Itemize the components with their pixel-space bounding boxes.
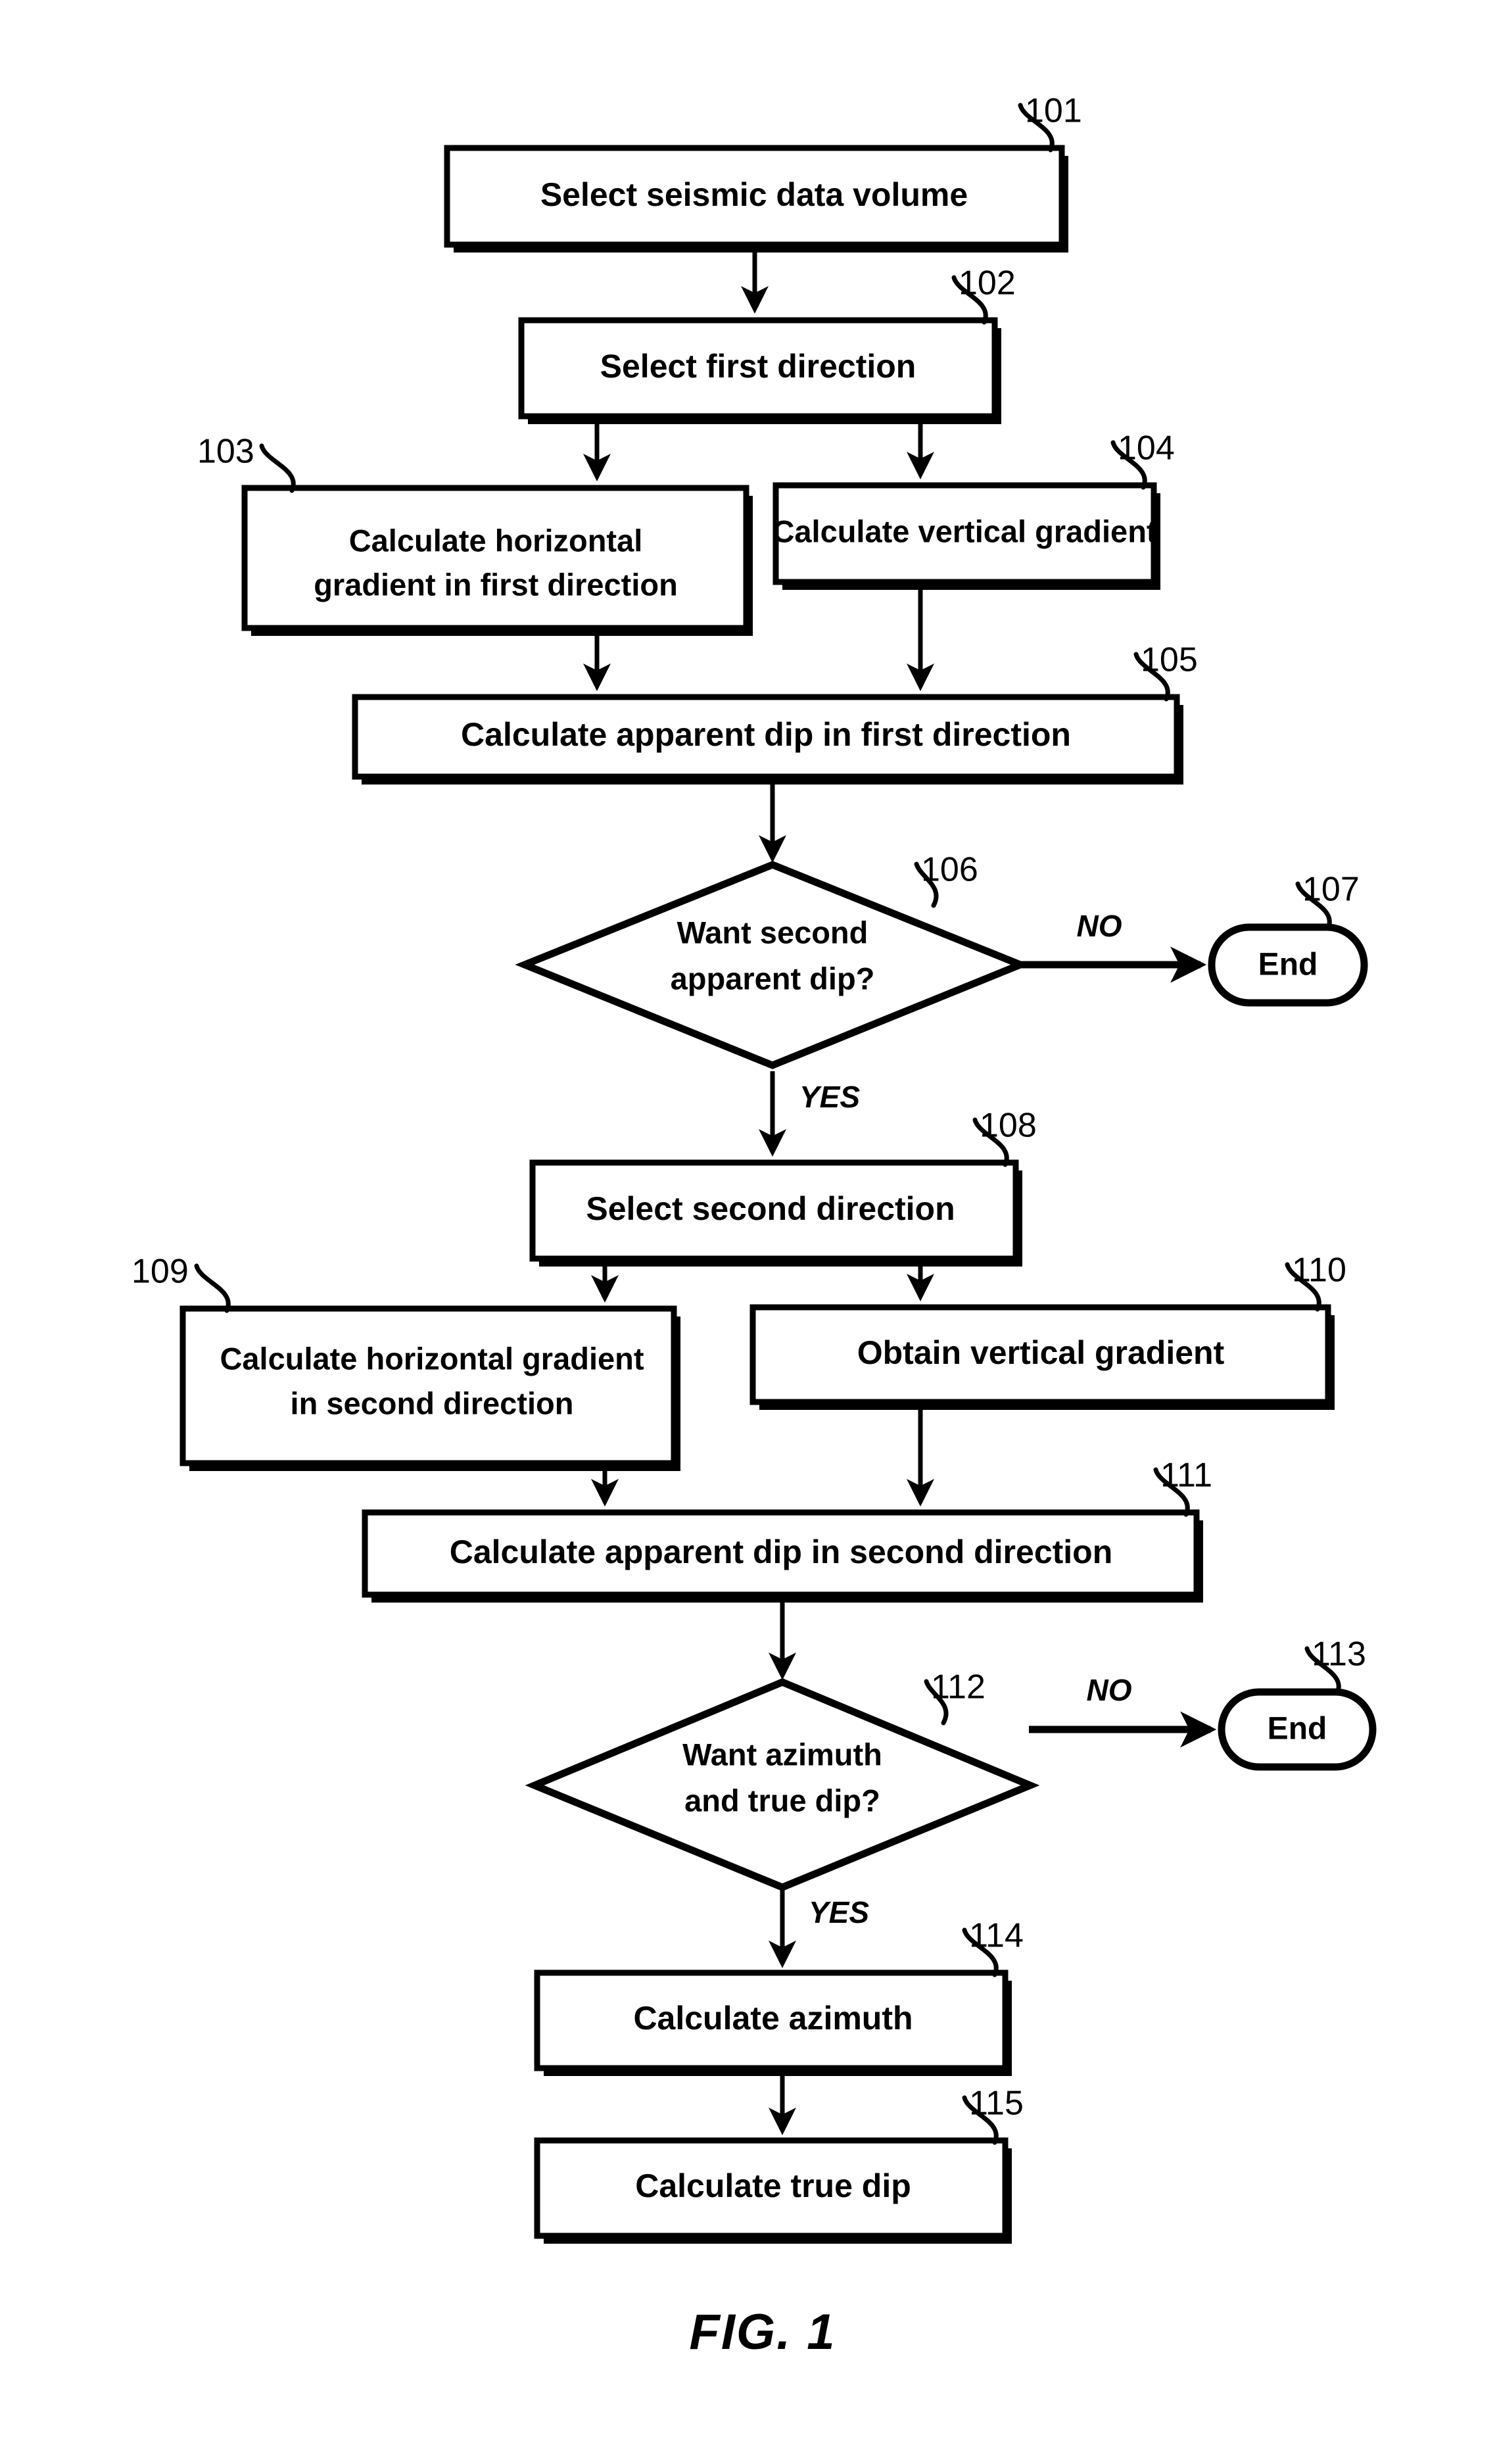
node-106-label-line1: Want second [677,915,868,950]
ref-leader-112: 112 [924,1668,986,1726]
ref-leader-106: 106 [914,851,978,908]
node-108-select-second-direction[interactable]: Select second direction [529,1159,1022,1267]
ref-leader-111: 111 [1153,1457,1212,1517]
ref-leader-104: 104 [1110,429,1175,490]
node-103-calculate-horizontal-gradient-first[interactable]: Calculate horizontal gradient in first d… [241,485,753,636]
ref-number-113: 113 [1312,1635,1366,1674]
edge-label-no-1: NO [1077,909,1122,943]
node-114-label: Calculate azimuth [633,2000,913,2037]
node-112-want-azimuth-and-true-dip[interactable]: Want azimuth and true dip? [525,1678,1040,1891]
ref-leader-114: 114 [962,1917,1024,1977]
ref-leader-102: 102 [951,264,1016,325]
node-110-obtain-vertical-gradient[interactable]: Obtain vertical gradient [749,1304,1335,1410]
ref-leader-108: 108 [972,1107,1037,1167]
node-102-select-first-direction[interactable]: Select first direction [518,317,1001,424]
node-105-label: Calculate apparent dip in first directio… [461,716,1071,753]
node-104-calculate-vertical-gradient[interactable]: Calculate vertical gradient [772,482,1160,590]
ref-number-105: 105 [1141,641,1198,679]
ref-number-103: 103 [197,433,254,471]
ref-leader-109: 109 [131,1253,231,1313]
node-110-label: Obtain vertical gradient [857,1334,1225,1371]
patent-figure-page: Select seismic data volume 101 Select fi… [0,0,1497,2464]
ref-number-108: 108 [980,1107,1037,1145]
node-111-calculate-apparent-dip-second[interactable]: Calculate apparent dip in second directi… [362,1509,1203,1603]
ref-number-112: 112 [931,1668,986,1706]
ref-number-107: 107 [1302,871,1360,909]
node-105-calculate-apparent-dip-first[interactable]: Calculate apparent dip in first directio… [352,694,1183,785]
node-106-want-second-apparent-dip[interactable]: Want second apparent dip? [515,861,1030,1069]
ref-number-101: 101 [1025,92,1082,130]
node-113-end-terminator[interactable]: End [1218,1688,1377,1771]
node-102-label: Select first direction [600,348,916,385]
edge-label-no-2: NO [1087,1673,1132,1707]
node-103-label-line2: gradient in first direction [314,567,678,602]
node-101-select-seismic-data-volume[interactable]: Select seismic data volume [444,145,1068,253]
node-109-calculate-horizontal-gradient-second[interactable]: Calculate horizontal gradient in second … [179,1305,680,1471]
node-108-label: Select second direction [586,1190,955,1227]
ref-number-110: 110 [1292,1251,1346,1290]
node-111-label: Calculate apparent dip in second directi… [450,1534,1113,1570]
node-106-label-line2: apparent dip? [671,961,875,996]
node-107-end-terminator[interactable]: End [1208,923,1368,1007]
ref-number-106: 106 [921,851,978,889]
node-112-label-line1: Want azimuth [682,1737,882,1772]
figure-caption: FIG. 1 [689,2304,836,2360]
node-115-calculate-true-dip[interactable]: Calculate true dip [534,2137,1012,2244]
ref-number-111: 111 [1160,1457,1212,1495]
ref-leader-113: 113 [1304,1635,1366,1696]
ref-leader-107: 107 [1295,871,1360,931]
node-115-label: Calculate true dip [635,2167,911,2204]
node-114-calculate-azimuth[interactable]: Calculate azimuth [534,1969,1012,2076]
ref-leader-103: 103 [197,433,296,493]
node-104-label: Calculate vertical gradient [772,514,1156,548]
node-113-label: End [1268,1712,1327,1747]
flowchart-diagram: Select seismic data volume 101 Select fi… [131,92,1377,2360]
node-101-label: Select seismic data volume [540,176,968,213]
ref-number-115: 115 [969,2085,1024,2123]
node-109-label-line1: Calculate horizontal gradient [220,1341,644,1376]
ref-leader-115: 115 [962,2085,1024,2145]
ref-leader-105: 105 [1133,641,1198,702]
edge-label-yes-1: YES [799,1080,860,1114]
ref-number-109: 109 [131,1253,189,1291]
node-112-label-line2: and true dip? [684,1783,880,1818]
node-107-label: End [1258,948,1318,982]
ref-number-114: 114 [969,1917,1024,1955]
node-103-label-line1: Calculate horizontal [349,523,643,558]
ref-leader-110: 110 [1285,1251,1346,1312]
ref-number-104: 104 [1118,429,1175,468]
node-109-label-line2: in second direction [291,1386,574,1420]
ref-leader-101: 101 [1018,92,1082,153]
ref-number-102: 102 [959,264,1016,302]
edge-label-yes-2: YES [809,1895,869,1929]
